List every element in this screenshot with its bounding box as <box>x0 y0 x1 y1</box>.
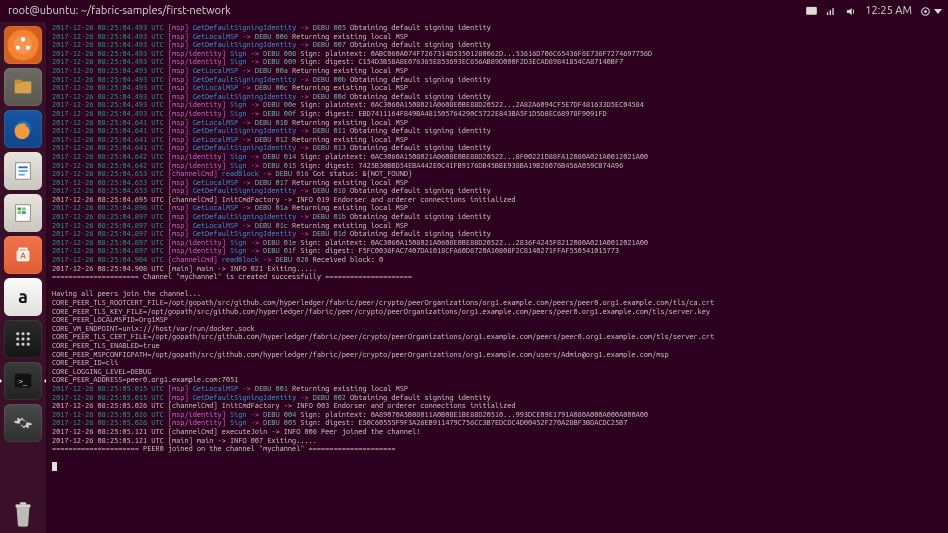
network-icon[interactable] <box>825 6 837 17</box>
input-source-icon[interactable]: A <box>806 6 817 17</box>
trash-icon[interactable] <box>4 495 42 533</box>
firefox-icon[interactable] <box>4 110 42 148</box>
svg-text:>_: >_ <box>18 376 28 386</box>
svg-text:A: A <box>810 8 814 14</box>
session-icon[interactable] <box>920 6 942 17</box>
unity-launcher: A a >_ <box>0 22 46 533</box>
amazon-icon[interactable]: a <box>4 278 42 316</box>
svg-text:A: A <box>20 251 26 261</box>
clock-text[interactable]: 12:25 AM <box>865 5 912 17</box>
libreoffice-calc-icon[interactable] <box>4 194 42 232</box>
files-icon[interactable] <box>4 68 42 106</box>
terminal-icon[interactable]: >_ <box>4 362 42 400</box>
sound-icon[interactable] <box>845 6 857 17</box>
window-title: root@ubuntu: ~/fabric-samples/first-netw… <box>8 5 231 17</box>
apps-grid-icon[interactable] <box>4 320 42 358</box>
libreoffice-writer-icon[interactable] <box>4 152 42 190</box>
terminal-output[interactable]: 2017-12-26 08:25:04.493 UTC [msp] GetDef… <box>46 22 948 533</box>
top-menu-bar: root@ubuntu: ~/fabric-samples/first-netw… <box>0 0 948 22</box>
ubuntu-software-icon[interactable]: A <box>4 236 42 274</box>
settings-icon[interactable] <box>4 404 42 442</box>
dash-icon[interactable] <box>4 26 42 64</box>
